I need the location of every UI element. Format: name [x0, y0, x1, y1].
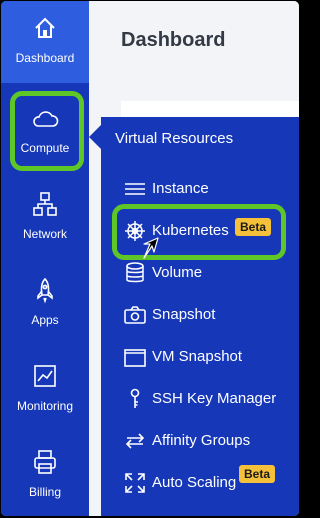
menu-item-label: Instance: [152, 180, 209, 197]
kubernetes-highlight: [112, 204, 286, 260]
sidebar-item-network[interactable]: Network: [1, 177, 89, 259]
expand-icon: [123, 471, 147, 495]
network-icon: [30, 189, 60, 219]
sidebar-item-monitoring[interactable]: Monitoring: [1, 349, 89, 431]
camera-icon: [123, 303, 147, 327]
menu-item-label: Volume: [152, 264, 203, 281]
window-icon: [123, 345, 147, 369]
printer-icon: [30, 447, 60, 477]
sidebar-item-apps[interactable]: Apps: [1, 263, 89, 345]
chart-icon: [30, 361, 60, 391]
menu-item-label: Affinity Groups: [152, 432, 251, 449]
sidebar-item-label: Dashboard: [15, 51, 75, 65]
sidebar-item-billing[interactable]: Billing: [1, 435, 89, 516]
flyout-title: Virtual Resources: [115, 130, 234, 147]
sidebar-item-label: Network: [22, 227, 67, 241]
key-icon: [123, 387, 147, 411]
home-icon: [30, 13, 60, 43]
app-window: Dashboard Compute Network Apps Monitorin: [1, 1, 299, 516]
sidebar: Dashboard Compute Network Apps Monitorin: [1, 1, 89, 516]
sidebar-item-label: Billing: [28, 485, 61, 499]
sidebar-item-label: Apps: [31, 313, 59, 327]
sidebar-item-dashboard[interactable]: Dashboard: [1, 1, 89, 83]
menu-item-label: VM Snapshot: [152, 348, 243, 365]
menu-item-label: SSH Key Manager: [152, 390, 277, 407]
compute-highlight: [10, 91, 84, 171]
header: Dashboard: [89, 1, 299, 81]
beta-badge: Beta: [239, 465, 276, 483]
compute-flyout-menu: Virtual Resources Instance Kubernetes Be…: [101, 117, 299, 516]
mouse-cursor-icon: [143, 237, 159, 259]
database-icon: [123, 261, 147, 285]
page-title: Dashboard: [121, 29, 226, 51]
menu-item-label: Snapshot: [152, 306, 216, 323]
server-icon: [123, 177, 147, 201]
flyout-pointer: [89, 125, 101, 149]
sidebar-item-label: Monitoring: [16, 399, 74, 413]
rocket-icon: [30, 275, 60, 305]
arrows-icon: [123, 429, 147, 453]
menu-item-label: Auto Scaling: [152, 474, 237, 491]
